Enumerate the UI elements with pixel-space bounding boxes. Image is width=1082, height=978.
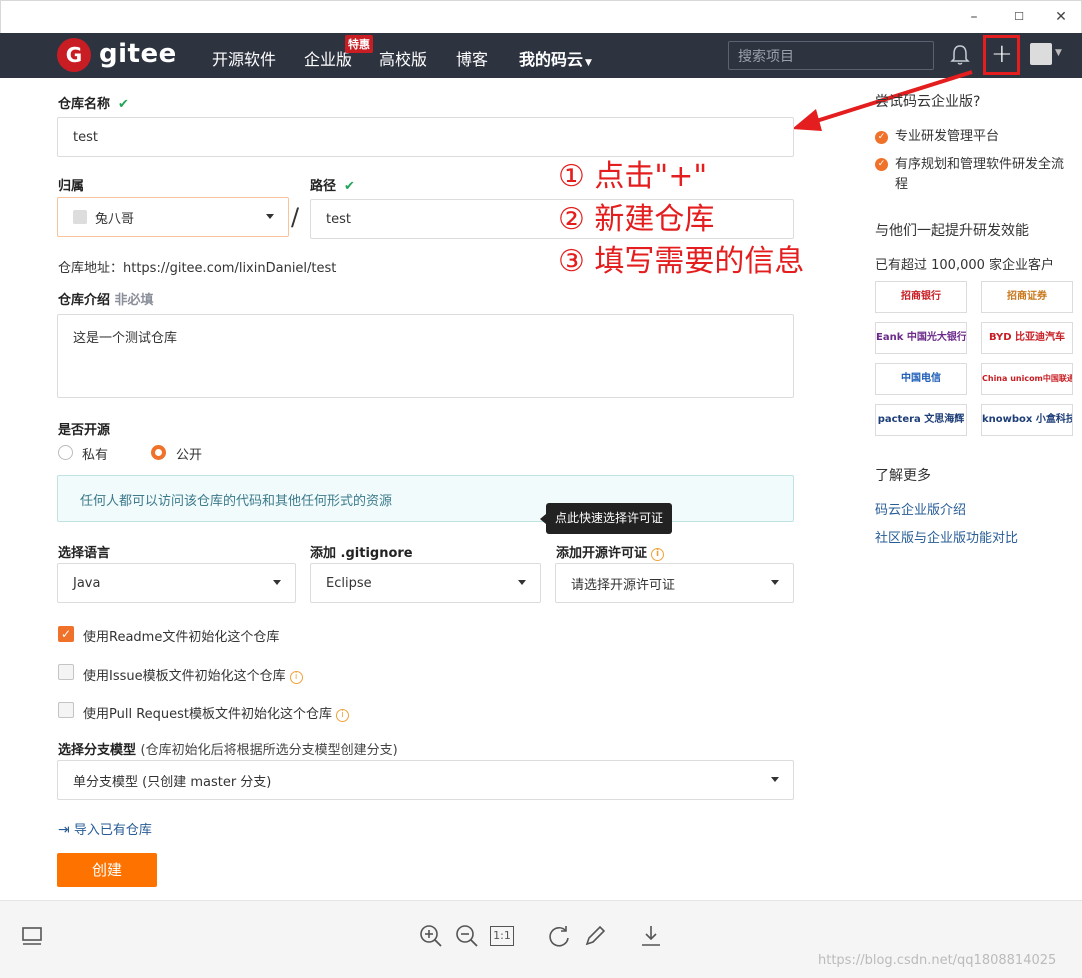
thumbnail-icon[interactable]	[19, 923, 45, 949]
repo-url-text: 仓库地址：https://gitee.com/lixinDaniel/test	[58, 261, 337, 276]
info-icon[interactable]: i	[289, 671, 303, 684]
license-label: 添加开源许可证 i	[556, 542, 665, 561]
gitee-logo-icon[interactable]: G	[57, 38, 91, 72]
license-select[interactable]: 请选择开源许可证	[555, 563, 794, 603]
branch-model-select[interactable]: 单分支模型 (只创建 master 分支)	[57, 760, 794, 800]
desc-label: 仓库介绍 非必填	[58, 293, 154, 308]
check-icon: ✔	[118, 97, 129, 112]
edit-icon[interactable]	[582, 923, 608, 949]
issue-checkbox[interactable]	[58, 664, 74, 680]
minimize-button[interactable]: –	[964, 7, 984, 27]
logo-cms: 招商证券	[981, 281, 1073, 313]
sidebar-learn-more: 了解更多	[875, 468, 931, 484]
language-select[interactable]: Java	[57, 563, 296, 603]
radio-private-label[interactable]: 私有	[82, 444, 108, 463]
sidebar-link-enterprise-intro[interactable]: 码云企业版介绍	[875, 499, 966, 518]
desc-textarea[interactable]: 这是一个测试仓库	[57, 314, 794, 398]
sidebar-feature: ✓ 专业研发管理平台	[875, 125, 999, 144]
issue-checkbox-label[interactable]: 使用Issue模板文件初始化这个仓库 i	[83, 665, 303, 684]
gitignore-select[interactable]: Eclipse	[310, 563, 541, 603]
license-tooltip: 点此快速选择许可证	[540, 503, 672, 534]
actual-size-icon[interactable]: 1:1	[490, 926, 514, 946]
close-button[interactable]: ✕	[1051, 7, 1071, 27]
create-button[interactable]: 创建	[57, 853, 157, 887]
gitignore-select-value: Eclipse	[326, 575, 372, 591]
path-input[interactable]: test	[310, 199, 794, 239]
logo-telecom: 中国电信	[875, 363, 967, 395]
sidebar-try-title: 尝试码云企业版?	[875, 94, 981, 110]
gitee-logo-text[interactable]: gitee	[99, 39, 177, 69]
check-circle-icon: ✓	[875, 131, 888, 144]
watermark: https://blog.csdn.net/qq1808814025	[818, 953, 1057, 968]
maximize-button[interactable]: ☐	[1009, 7, 1029, 27]
sidebar-link-compare[interactable]: 社区版与企业版功能对比	[875, 527, 1018, 546]
owner-label: 归属	[58, 179, 85, 194]
image-viewer-toolbar: 1:1 https://blog.csdn.net/qq1808814025	[0, 900, 1082, 978]
language-select-value: Java	[73, 575, 101, 591]
owner-avatar-icon	[73, 210, 87, 224]
logo-pactera: pactera 文思海辉	[875, 404, 967, 436]
bell-icon[interactable]	[950, 43, 970, 67]
chevron-down-icon	[771, 580, 779, 585]
nav-my-gitee-label: 我的码云	[519, 50, 584, 69]
check-circle-icon: ✓	[875, 158, 888, 171]
annotation-step-3: ③ 填写需要的信息	[558, 244, 805, 279]
readme-checkbox-label[interactable]: 使用Readme文件初始化这个仓库	[83, 626, 279, 645]
open-source-label: 是否开源	[58, 423, 111, 438]
logo-knowbox: knowbox 小盒科技	[981, 404, 1073, 436]
public-notice: 任何人都可以访问该仓库的代码和其他任何形式的资源	[57, 475, 794, 522]
annotation-step-2: ② 新建仓库	[558, 202, 715, 237]
branch-model-label: 选择分支模型 (仓库初始化后将根据所选分支模型创建分支)	[58, 743, 398, 758]
nav-university[interactable]: 高校版	[379, 46, 427, 70]
chevron-down-icon: ▼	[585, 58, 592, 68]
chevron-down-icon	[266, 214, 274, 219]
info-icon[interactable]: i	[336, 709, 350, 722]
logo-unicom: China unicom中国联通	[981, 363, 1073, 395]
import-repo-link[interactable]: ⇥ 导入已有仓库	[58, 819, 152, 838]
sidebar-feature: ✓ 有序规划和管理软件研发全流程	[875, 155, 1075, 195]
logo-cmb: 招商银行	[875, 281, 967, 313]
radio-public[interactable]	[151, 445, 166, 460]
owner-select-value: 兔八哥	[95, 211, 135, 227]
repo-name-label: 仓库名称 ✔	[58, 97, 129, 112]
annotation-step-1: ① 点击"+"	[558, 159, 708, 194]
nav-open-source[interactable]: 开源软件	[212, 46, 276, 70]
avatar[interactable]	[1030, 43, 1052, 65]
chevron-down-icon	[771, 777, 779, 782]
pr-checkbox-label[interactable]: 使用Pull Request模板文件初始化这个仓库 i	[83, 703, 350, 722]
check-icon: ✔	[344, 179, 355, 194]
sidebar-customers: 已有超过 100,000 家企业客户	[875, 258, 1055, 273]
chevron-down-icon	[518, 580, 526, 585]
window-titlebar: – ☐ ✕	[0, 0, 1082, 33]
pr-checkbox[interactable]	[58, 702, 74, 718]
owner-select[interactable]: 兔八哥	[57, 197, 289, 237]
sidebar-together-title: 与他们一起提升研发效能	[875, 223, 1029, 239]
nav-blog[interactable]: 博客	[456, 46, 488, 70]
radio-public-label[interactable]: 公开	[176, 444, 202, 463]
zoom-in-icon[interactable]	[418, 923, 444, 949]
chevron-down-icon[interactable]: ▼	[1055, 48, 1062, 58]
download-icon[interactable]	[638, 923, 664, 949]
logo-ceb: Eank 中国光大银行	[875, 322, 967, 354]
gitignore-label: 添加 .gitignore	[310, 546, 413, 561]
chevron-down-icon	[273, 580, 281, 585]
branch-model-select-value: 单分支模型 (只创建 master 分支)	[73, 774, 272, 790]
zoom-out-icon[interactable]	[454, 923, 480, 949]
rotate-icon[interactable]	[546, 923, 572, 949]
promo-badge: 特惠	[345, 35, 373, 53]
info-icon[interactable]: i	[651, 548, 665, 561]
nav-my-gitee[interactable]: 我的码云 ▼	[519, 46, 592, 70]
radio-private[interactable]	[58, 445, 73, 460]
language-label: 选择语言	[58, 546, 111, 561]
import-icon: ⇥	[58, 822, 70, 838]
path-label: 路径 ✔	[310, 179, 355, 194]
new-repo-plus-button[interactable]: +	[991, 41, 1013, 67]
license-select-value: 请选择开源许可证	[571, 577, 676, 593]
logo-byd: BYD 比亚迪汽车	[981, 322, 1073, 354]
path-separator: /	[291, 203, 300, 231]
readme-checkbox[interactable]: ✓	[58, 626, 74, 642]
